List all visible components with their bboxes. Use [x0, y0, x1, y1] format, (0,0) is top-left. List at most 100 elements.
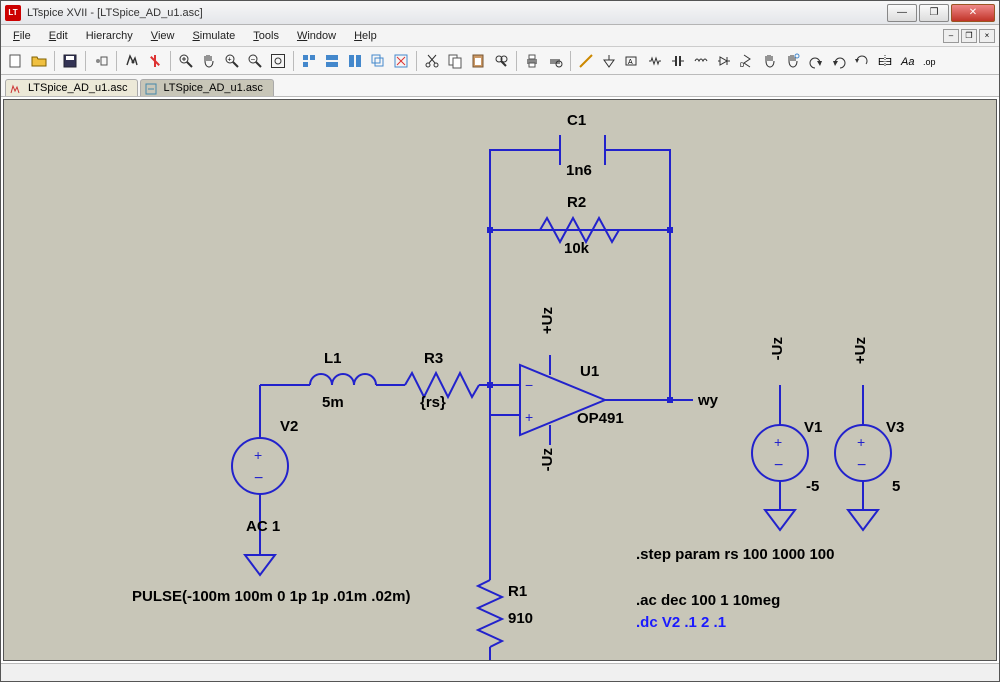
directive-dc[interactable]: .dc V2 .1 2 .1	[636, 614, 726, 631]
resistor-icon[interactable]	[644, 50, 666, 72]
mirror-icon[interactable]: EE	[874, 50, 896, 72]
minimize-button[interactable]: ―	[887, 4, 917, 22]
schematic-tab-icon	[10, 83, 22, 95]
rotate-icon[interactable]	[851, 50, 873, 72]
v1-ref[interactable]: V1	[804, 419, 822, 436]
v2-val[interactable]: AC 1	[246, 518, 280, 535]
r2-ref[interactable]: R2	[567, 194, 586, 211]
save-icon[interactable]	[59, 50, 81, 72]
svg-text:E: E	[885, 57, 892, 68]
r2-val[interactable]: 10k	[564, 240, 589, 257]
maximize-button[interactable]: ❐	[919, 4, 949, 22]
ground-icon[interactable]	[598, 50, 620, 72]
menu-hierarchy[interactable]: Hierarchy	[78, 28, 141, 44]
menu-simulate[interactable]: Simulate	[184, 28, 243, 44]
svg-text:−: −	[525, 377, 533, 393]
cut-icon[interactable]	[421, 50, 443, 72]
c1-ref[interactable]: C1	[567, 112, 586, 129]
diode-icon[interactable]	[713, 50, 735, 72]
find-icon[interactable]	[490, 50, 512, 72]
new-schematic-icon[interactable]	[5, 50, 27, 72]
zoom-in-icon[interactable]: +	[221, 50, 243, 72]
label-net-icon[interactable]: A	[621, 50, 643, 72]
open-icon[interactable]	[28, 50, 50, 72]
schematic-svg: − + + − + − + −	[4, 100, 996, 660]
menu-view[interactable]: View	[143, 28, 183, 44]
text-icon[interactable]: Aa	[897, 50, 919, 72]
redo-icon[interactable]	[828, 50, 850, 72]
close-button[interactable]: ✕	[951, 4, 995, 22]
halt-icon[interactable]	[144, 50, 166, 72]
menu-edit[interactable]: Edit	[41, 28, 76, 44]
tile-horiz-icon[interactable]	[321, 50, 343, 72]
net-minus-uz-u1[interactable]: -Uz	[539, 448, 556, 471]
menu-window[interactable]: Window	[289, 28, 344, 44]
svg-text:+: +	[254, 447, 262, 463]
drag-icon[interactable]	[782, 50, 804, 72]
directive-step[interactable]: .step param rs 100 1000 100	[636, 546, 834, 563]
undo-icon[interactable]	[805, 50, 827, 72]
zoom-out-icon[interactable]: –	[244, 50, 266, 72]
autorange-icon[interactable]	[298, 50, 320, 72]
l1-val[interactable]: 5m	[322, 394, 344, 411]
cascade-icon[interactable]	[367, 50, 389, 72]
menu-tools[interactable]: Tools	[245, 28, 287, 44]
r3-ref[interactable]: R3	[424, 350, 443, 367]
svg-text:D: D	[740, 63, 745, 69]
print-icon[interactable]	[521, 50, 543, 72]
svg-text:–: –	[251, 56, 255, 63]
zoom-area-icon[interactable]	[175, 50, 197, 72]
v3-ref[interactable]: V3	[886, 419, 904, 436]
net-minus-uz-v1[interactable]: -Uz	[769, 337, 786, 360]
mdi-minimize-button[interactable]: –	[943, 29, 959, 43]
r3-val[interactable]: {rs}	[420, 394, 446, 411]
inductor-icon[interactable]	[690, 50, 712, 72]
menu-help[interactable]: Help	[346, 28, 385, 44]
directive-ac[interactable]: .ac dec 100 1 10meg	[636, 592, 780, 609]
v1-val[interactable]: -5	[806, 478, 819, 495]
spice-directive-icon[interactable]: .op	[920, 50, 942, 72]
tab-label: LTSpice_AD_u1.asc	[28, 82, 127, 94]
v2-ref[interactable]: V2	[280, 418, 298, 435]
paste-icon[interactable]	[467, 50, 489, 72]
r1-ref[interactable]: R1	[508, 583, 527, 600]
toolbar: + – A D EE Aa .op	[1, 47, 999, 75]
move-icon[interactable]	[759, 50, 781, 72]
statusbar	[1, 663, 999, 681]
directive-pulse[interactable]: PULSE(-100m 100m 0 1p 1p .01m .02m)	[132, 588, 410, 605]
control-panel-icon[interactable]	[90, 50, 112, 72]
schematic-tab-icon	[145, 83, 157, 95]
tabbar: LTSpice_AD_u1.asc LTSpice_AD_u1.asc	[1, 75, 999, 97]
c1-val[interactable]: 1n6	[566, 162, 592, 179]
schematic-canvas[interactable]: − + + − + − + −	[3, 99, 997, 661]
svg-text:.op: .op	[923, 57, 936, 67]
tab-schematic-1[interactable]: LTSpice_AD_u1.asc	[140, 79, 273, 96]
window-title: LTspice XVII - [LTSpice_AD_u1.asc]	[27, 7, 885, 19]
l1-ref[interactable]: L1	[324, 350, 342, 367]
copy-icon[interactable]	[444, 50, 466, 72]
component-icon[interactable]: D	[736, 50, 758, 72]
svg-text:E: E	[878, 57, 885, 68]
capacitor-icon[interactable]	[667, 50, 689, 72]
net-plus-uz-v3[interactable]: +Uz	[852, 337, 869, 364]
run-icon[interactable]	[121, 50, 143, 72]
r1-val[interactable]: 910	[508, 610, 533, 627]
pan-icon[interactable]	[198, 50, 220, 72]
tab-schematic-0[interactable]: LTSpice_AD_u1.asc	[5, 79, 138, 96]
titlebar[interactable]: LT LTspice XVII - [LTSpice_AD_u1.asc] ― …	[1, 1, 999, 25]
u1-val[interactable]: OP491	[577, 410, 624, 427]
zoom-fit-icon[interactable]	[267, 50, 289, 72]
svg-text:Aa: Aa	[900, 56, 914, 68]
close-window-icon[interactable]	[390, 50, 412, 72]
net-plus-uz-u1[interactable]: +Uz	[539, 307, 556, 334]
v3-val[interactable]: 5	[892, 478, 900, 495]
print-setup-icon[interactable]	[544, 50, 566, 72]
u1-ref[interactable]: U1	[580, 363, 599, 380]
app-icon: LT	[5, 5, 21, 21]
net-wy[interactable]: wy	[698, 392, 718, 409]
mdi-restore-button[interactable]: ❐	[961, 29, 977, 43]
draw-wire-icon[interactable]	[575, 50, 597, 72]
tile-vert-icon[interactable]	[344, 50, 366, 72]
mdi-close-button[interactable]: ×	[979, 29, 995, 43]
menu-file[interactable]: File	[5, 28, 39, 44]
